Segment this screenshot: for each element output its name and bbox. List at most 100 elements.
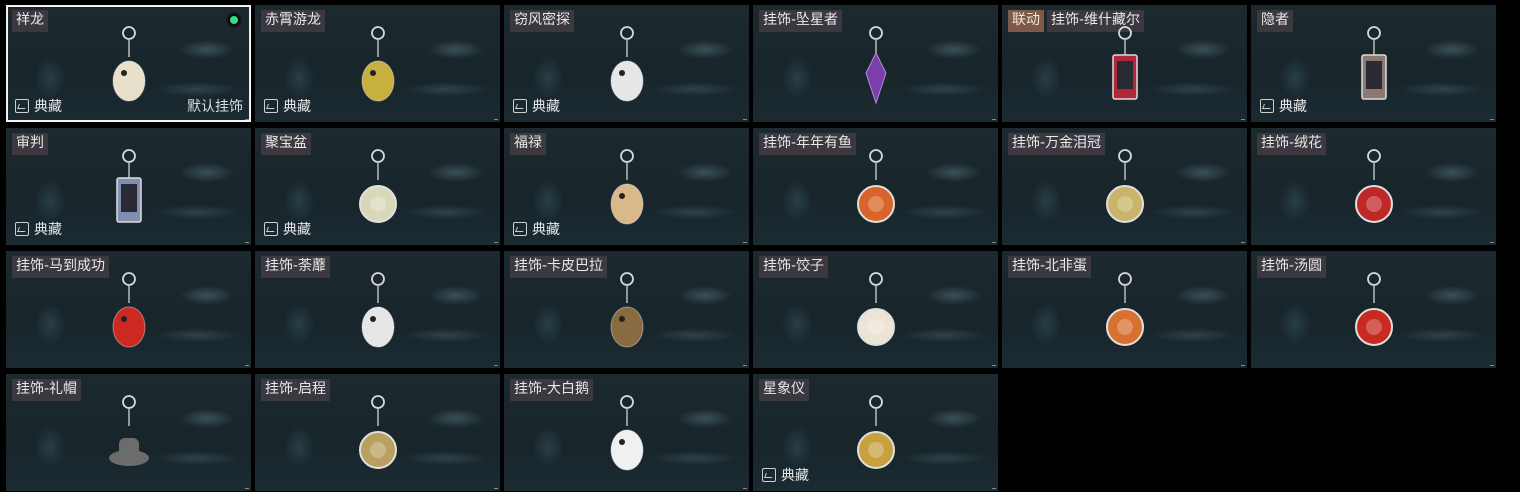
red-horse-charm-icon: [99, 269, 159, 357]
charm-name: 挂饰-坠星者: [759, 10, 843, 32]
collection-badge: 典藏: [762, 465, 809, 485]
collection-label: 典藏: [1279, 99, 1307, 115]
charm-tag-row: 挂饰-北非蛋: [1008, 256, 1092, 278]
charm-tag-row: 挂饰-万金泪冠: [1008, 133, 1106, 155]
yellow-dragon-charm-icon: [348, 23, 408, 111]
collection-image-icon: [513, 222, 527, 236]
white-goose-charm-icon: [597, 392, 657, 480]
charm-name: 挂饰-汤圆: [1257, 256, 1327, 278]
dragon-charm-icon: [99, 23, 159, 111]
charm-name: 福禄: [510, 133, 546, 155]
charm-tag-row: 挂饰-坠星者: [759, 10, 843, 32]
judgement-card-charm-icon: [99, 146, 159, 234]
charm-tag-row: 赤霄游龙: [261, 10, 325, 32]
gold-crown-charm-icon: [1095, 146, 1155, 234]
charm-card[interactable]: 挂饰-万金泪冠: [1002, 128, 1247, 245]
charm-name: 祥龙: [12, 10, 48, 32]
gold-ring-charm-icon: [348, 392, 408, 480]
gourd-charm-icon: [597, 146, 657, 234]
charm-tag-row: 挂饰-饺子: [759, 256, 829, 278]
collection-image-icon: [513, 99, 527, 113]
charm-card[interactable]: 窃风密探典藏: [504, 5, 749, 122]
charm-card[interactable]: 赤霄游龙 典藏: [255, 5, 500, 122]
fish-plate-charm-icon: [846, 146, 906, 234]
collection-badge: 典藏: [513, 96, 560, 116]
charm-card[interactable]: 挂饰-启程: [255, 374, 500, 491]
capybara-charm-icon: [597, 269, 657, 357]
collection-image-icon: [264, 222, 278, 236]
collection-label: 典藏: [532, 222, 560, 238]
charm-card[interactable]: 挂饰-汤圆: [1251, 251, 1496, 368]
white-rabbit-charm-icon: [597, 23, 657, 111]
charm-tag-row: 福禄: [510, 133, 546, 155]
red-flower-charm-icon: [1344, 146, 1404, 234]
charm-card[interactable]: 挂饰-荼蘼: [255, 251, 500, 368]
charm-name: 挂饰-绒花: [1257, 133, 1327, 155]
collection-badge: 典藏: [15, 96, 62, 116]
charm-card[interactable]: 挂饰-年年有鱼: [753, 128, 998, 245]
collection-badge: 典藏: [15, 219, 62, 239]
collection-image-icon: [15, 99, 29, 113]
charm-card[interactable]: 审判典藏: [6, 128, 251, 245]
charm-name: 挂饰-马到成功: [12, 256, 110, 278]
astrolabe-charm-icon: [846, 392, 906, 480]
charm-tag-row: 挂饰-启程: [261, 379, 331, 401]
collection-badge: 典藏: [264, 219, 311, 239]
charm-card[interactable]: 挂饰-卡皮巴拉: [504, 251, 749, 368]
charm-name: 挂饰-年年有鱼: [759, 133, 857, 155]
charm-name: 挂饰-荼蘼: [261, 256, 331, 278]
charm-name: 赤霄游龙: [261, 10, 325, 32]
charm-card[interactable]: 挂饰-坠星者: [753, 5, 998, 122]
collection-label: 典藏: [283, 222, 311, 238]
charm-card[interactable]: 隐者典藏: [1251, 5, 1496, 122]
collection-label: 典藏: [34, 222, 62, 238]
charm-tag-row: 挂饰-卡皮巴拉: [510, 256, 608, 278]
white-bird-charm-icon: [348, 269, 408, 357]
collection-label: 典藏: [532, 99, 560, 115]
charm-tag-row: 挂饰-年年有鱼: [759, 133, 857, 155]
collection-badge: 典藏: [1260, 96, 1307, 116]
top-hat-charm-icon: [99, 392, 159, 480]
charm-grid: 祥龙 典藏 默认挂饰 赤霄游龙 典藏 窃风密探 典藏 挂饰-坠星者 联动 挂饰-维什藏尔 隐者 典藏审…: [6, 5, 1496, 491]
collection-label: 典藏: [34, 99, 62, 115]
charm-tag-row: 星象仪: [759, 379, 809, 401]
charm-name: 挂饰-礼帽: [12, 379, 82, 401]
charm-name: 窃风密探: [510, 10, 574, 32]
charm-card[interactable]: 福禄典藏: [504, 128, 749, 245]
collection-image-icon: [762, 468, 776, 482]
charm-card[interactable]: 挂饰-北非蛋: [1002, 251, 1247, 368]
collection-image-icon: [15, 222, 29, 236]
charm-tag-row: 挂饰-荼蘼: [261, 256, 331, 278]
charm-name: 隐者: [1257, 10, 1293, 32]
red-card-charm-icon: [1095, 23, 1155, 111]
charm-tag-row: 挂饰-绒花: [1257, 133, 1327, 155]
charm-tag-row: 聚宝盆: [261, 133, 311, 155]
charm-card[interactable]: 挂饰-绒花: [1251, 128, 1496, 245]
collection-badge: 典藏: [264, 96, 311, 116]
charm-tag-row: 审判: [12, 133, 48, 155]
default-charm-label: 默认挂饰: [187, 99, 243, 115]
charm-card[interactable]: 聚宝盆典藏: [255, 128, 500, 245]
collection-image-icon: [264, 99, 278, 113]
hermit-card-charm-icon: [1344, 23, 1404, 111]
charm-card[interactable]: 祥龙典藏 默认挂饰: [6, 5, 251, 122]
charm-card[interactable]: 星象仪典藏: [753, 374, 998, 491]
collection-label: 典藏: [781, 468, 809, 484]
charm-tag-row: 隐者: [1257, 10, 1293, 32]
charm-name: 挂饰-万金泪冠: [1008, 133, 1106, 155]
collection-image-icon: [1260, 99, 1274, 113]
charm-card[interactable]: 联动 挂饰-维什藏尔: [1002, 5, 1247, 122]
charm-tag-row: 挂饰-汤圆: [1257, 256, 1327, 278]
charm-card[interactable]: 挂饰-礼帽: [6, 374, 251, 491]
charm-card[interactable]: 挂饰-饺子: [753, 251, 998, 368]
charm-card[interactable]: 挂饰-大白鹅: [504, 374, 749, 491]
charm-name: 聚宝盆: [261, 133, 311, 155]
charm-name: 挂饰-饺子: [759, 256, 829, 278]
charm-name: 挂饰-大白鹅: [510, 379, 594, 401]
charm-card[interactable]: 挂饰-马到成功: [6, 251, 251, 368]
equipped-indicator-icon: [226, 12, 242, 28]
charm-tag-row: 挂饰-大白鹅: [510, 379, 594, 401]
charm-tag-row: 祥龙: [12, 10, 48, 32]
charm-name: 星象仪: [759, 379, 809, 401]
charm-name: 挂饰-启程: [261, 379, 331, 401]
